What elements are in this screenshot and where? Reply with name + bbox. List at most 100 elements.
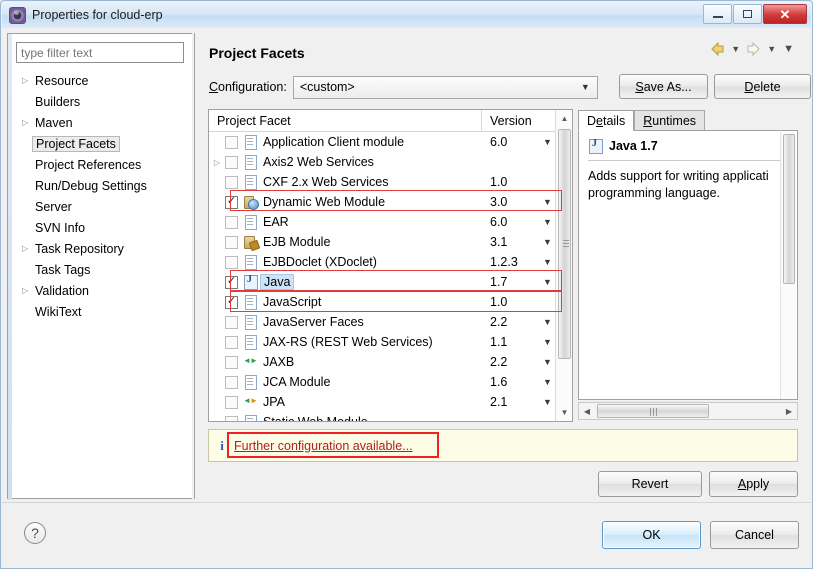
version-chevron-down-icon[interactable]: ▼ (543, 337, 552, 347)
forward-history-chevron-down-icon[interactable]: ▼ (765, 44, 778, 54)
scroll-left-arrow-icon[interactable]: ◀ (579, 407, 595, 416)
table-row[interactable]: JavaScript 1.0 (209, 292, 556, 312)
facet-checkbox[interactable] (225, 415, 238, 421)
scroll-down-arrow-icon[interactable]: ▼ (556, 404, 572, 421)
scrollbar-thumb[interactable] (558, 129, 571, 359)
sidebar-item-maven[interactable]: ▷ Maven (12, 112, 190, 133)
sidebar-item-resource[interactable]: ▷ Resource (12, 70, 190, 91)
table-row[interactable]: JAXB 2.2 ▼ (209, 352, 556, 372)
sidebar-item-project-references[interactable]: Project References (12, 154, 190, 175)
cancel-button[interactable]: Cancel (710, 521, 799, 549)
scrollbar-track[interactable] (556, 127, 572, 404)
facet-checkbox[interactable] (225, 155, 238, 169)
table-row[interactable]: JavaServer Faces 2.2 ▼ (209, 312, 556, 332)
expand-arrow-icon[interactable]: ▷ (22, 286, 35, 295)
back-history-chevron-down-icon[interactable]: ▼ (729, 44, 742, 54)
table-row[interactable]: CXF 2.x Web Services 1.0 (209, 172, 556, 192)
table-row[interactable]: JAX-RS (REST Web Services) 1.1 ▼ (209, 332, 556, 352)
table-row[interactable]: Java 1.7 ▼ (209, 272, 556, 292)
version-chevron-down-icon[interactable]: ▼ (543, 397, 552, 407)
facet-checkbox[interactable] (225, 395, 238, 409)
facet-checkbox[interactable] (225, 195, 238, 209)
expand-arrow-icon[interactable]: ▷ (22, 244, 35, 253)
close-button[interactable]: ✕ (763, 4, 807, 24)
version-chevron-down-icon[interactable]: ▼ (543, 137, 552, 147)
scrollbar-track[interactable] (595, 403, 781, 419)
facet-checkbox[interactable] (225, 275, 238, 289)
facet-checkbox[interactable] (225, 315, 238, 329)
facet-checkbox[interactable] (225, 255, 238, 269)
expand-arrow-icon[interactable]: ▷ (22, 118, 35, 127)
view-menu-chevron-down-icon[interactable]: ▼ (781, 43, 796, 55)
column-header-version[interactable]: Version (482, 110, 556, 131)
sidebar-item-run-debug-settings[interactable]: Run/Debug Settings (12, 175, 190, 196)
table-row[interactable]: EAR 6.0 ▼ (209, 212, 556, 232)
facet-checkbox[interactable] (225, 135, 238, 149)
maximize-button[interactable] (733, 4, 762, 24)
tab-runtimes[interactable]: Runtimes (634, 110, 706, 131)
minimize-button[interactable] (703, 4, 732, 24)
ok-button[interactable]: OK (602, 521, 701, 549)
facet-checkbox[interactable] (225, 355, 238, 369)
facet-checkbox[interactable] (225, 295, 238, 309)
expand-arrow-icon[interactable]: ▷ (209, 158, 225, 167)
sidebar-item-server[interactable]: Server (12, 196, 190, 217)
facet-checkbox[interactable] (225, 375, 238, 389)
sidebar-item-label: Maven (35, 115, 73, 130)
back-arrow-icon[interactable] (709, 41, 726, 57)
version-chevron-down-icon[interactable]: ▼ (543, 277, 552, 287)
version-chevron-down-icon[interactable]: ▼ (543, 217, 552, 227)
facet-name: JPA (263, 395, 285, 409)
further-configuration-link[interactable]: Further configuration available... (234, 439, 413, 453)
table-row[interactable]: EJBDoclet (XDoclet) 1.2.3 ▼ (209, 252, 556, 272)
facet-version: 2.1 (490, 395, 508, 409)
version-chevron-down-icon[interactable]: ▼ (543, 377, 552, 387)
details-vertical-scrollbar[interactable] (780, 132, 796, 399)
version-chevron-down-icon[interactable]: ▼ (543, 257, 552, 267)
version-chevron-down-icon[interactable]: ▼ (543, 317, 552, 327)
table-row[interactable]: ▷ Axis2 Web Services (209, 152, 556, 172)
scrollbar-thumb[interactable] (783, 134, 795, 284)
column-header-project-facet[interactable]: Project Facet (209, 110, 482, 131)
scroll-right-arrow-icon[interactable]: ▶ (781, 407, 797, 416)
delete-button[interactable]: Delete (714, 74, 811, 99)
facet-checkbox[interactable] (225, 335, 238, 349)
expand-arrow-icon[interactable]: ▷ (22, 76, 35, 85)
sidebar-item-builders[interactable]: Builders (12, 91, 190, 112)
version-chevron-down-icon[interactable]: ▼ (543, 197, 552, 207)
forward-arrow-icon[interactable] (745, 41, 762, 57)
apply-button[interactable]: Apply (709, 471, 798, 497)
details-horizontal-scrollbar[interactable]: ◀ ▶ (578, 402, 798, 420)
version-chevron-down-icon[interactable]: ▼ (543, 237, 552, 247)
sidebar-item-wikitext[interactable]: WikiText (12, 301, 190, 322)
facet-checkbox[interactable] (225, 235, 238, 249)
table-row[interactable]: Static Web Module (209, 412, 556, 421)
table-row[interactable]: Application Client module 6.0 ▼ (209, 132, 556, 152)
document-icon (243, 315, 257, 330)
help-icon[interactable]: ? (24, 522, 46, 544)
sidebar-item-validation[interactable]: ▷ Validation (12, 280, 190, 301)
scrollbar-thumb[interactable] (597, 404, 709, 418)
table-row[interactable]: Dynamic Web Module 3.0 ▼ (209, 192, 556, 212)
table-row[interactable]: JPA 2.1 ▼ (209, 392, 556, 412)
scroll-up-arrow-icon[interactable]: ▲ (556, 110, 572, 127)
revert-button[interactable]: Revert (598, 471, 702, 497)
configuration-select[interactable]: <custom> ▼ (292, 75, 598, 99)
facet-checkbox[interactable] (225, 215, 238, 229)
table-row[interactable]: EJB Module 3.1 ▼ (209, 232, 556, 252)
table-row[interactable]: JCA Module 1.6 ▼ (209, 372, 556, 392)
sidebar-item-svn-info[interactable]: SVN Info (12, 217, 190, 238)
details-body: Java 1.7 Adds support for writing applic… (578, 130, 798, 400)
save-as-button[interactable]: Save As... (619, 74, 708, 99)
facet-table-scrollbar[interactable]: ▲ ▼ (555, 110, 572, 421)
facet-checkbox[interactable] (225, 175, 238, 189)
filter-input[interactable] (16, 42, 184, 63)
facet-version: 1.2.3 (490, 255, 518, 269)
sidebar-item-label: Task Repository (35, 241, 124, 256)
sidebar-item-task-repository[interactable]: ▷ Task Repository (12, 238, 190, 259)
sidebar-item-task-tags[interactable]: Task Tags (12, 259, 190, 280)
version-chevron-down-icon[interactable]: ▼ (543, 357, 552, 367)
settings-tree-pane: ▷ Resource Builders ▷ Maven Project Face… (7, 33, 192, 500)
tab-details[interactable]: Details (578, 110, 635, 131)
sidebar-item-project-facets[interactable]: Project Facets (12, 133, 190, 154)
